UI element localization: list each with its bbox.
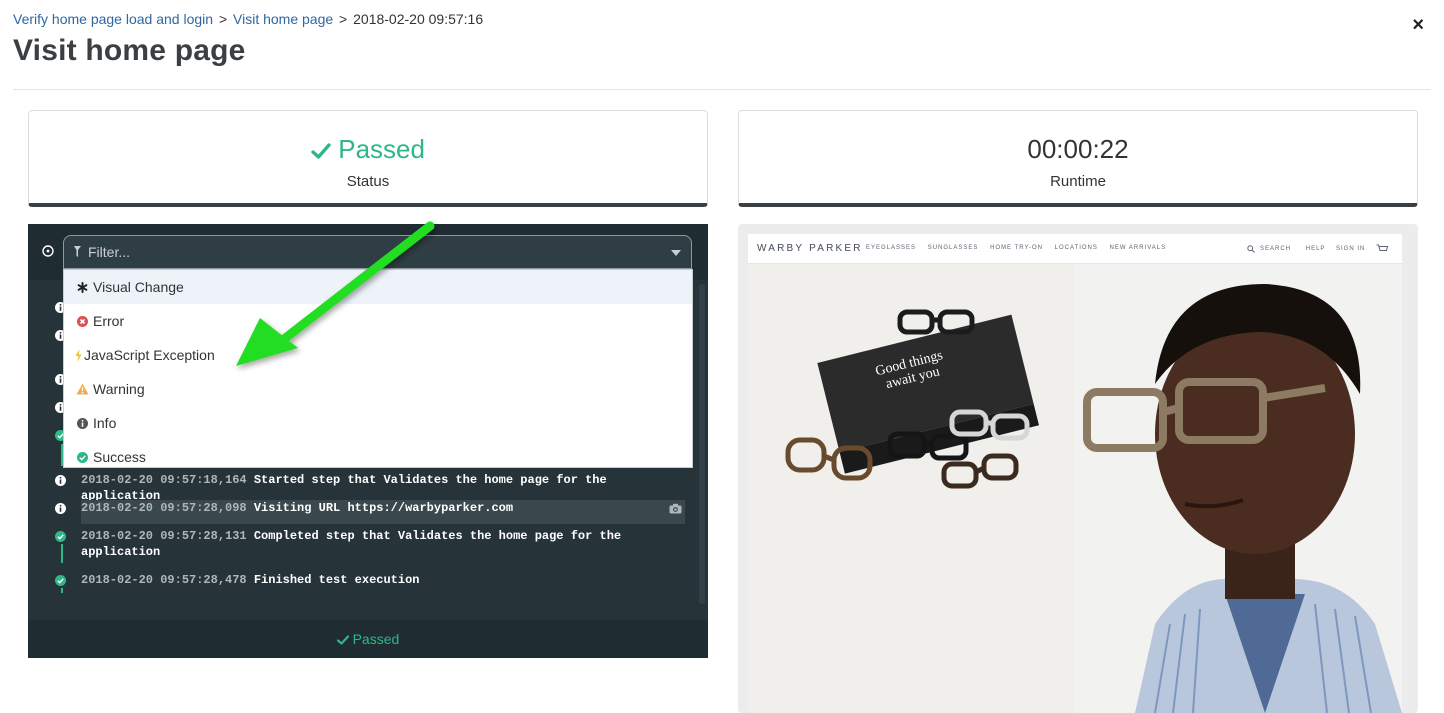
preview-nav-item: HOME TRY-ON bbox=[990, 245, 1043, 251]
log-timestamp: 2018-02-20 09:57:28,098 bbox=[81, 501, 247, 515]
preview-nav-item: SIGN IN bbox=[1335, 246, 1366, 253]
header-divider bbox=[13, 89, 1431, 90]
info-icon bbox=[75, 417, 89, 429]
filter-placeholder: Filter... bbox=[88, 244, 131, 260]
warning-icon bbox=[75, 383, 89, 395]
footer-status-text: Passed bbox=[352, 631, 400, 647]
log-message: Finished test execution bbox=[253, 573, 420, 587]
preview-hero-portrait bbox=[1075, 264, 1402, 713]
status-card: Passed Status bbox=[28, 110, 708, 207]
log-footer-status: Passed bbox=[28, 620, 708, 658]
glasses-box-illustration bbox=[785, 309, 1039, 489]
screenshot-preview[interactable]: WARBY PARKER EYEGLASSES SUNGLASSES HOME … bbox=[738, 224, 1418, 713]
preview-nav-item: LOCATIONS bbox=[1054, 245, 1098, 251]
preview-nav-item: HELP bbox=[1305, 246, 1326, 253]
preview-nav-item: SEARCH bbox=[1260, 246, 1292, 253]
preview-nav-item: EYEGLASSES bbox=[866, 245, 917, 251]
info-icon bbox=[55, 475, 66, 486]
breadcrumb: Verify home page load and login > Visit … bbox=[13, 11, 483, 27]
cart-icon bbox=[1376, 244, 1389, 251]
search-icon bbox=[1247, 244, 1256, 253]
log-timestamp: 2018-02-20 09:57:18,164 bbox=[81, 473, 247, 487]
runtime-label: Runtime bbox=[1050, 173, 1106, 190]
success-icon bbox=[75, 451, 89, 463]
clock-icon[interactable] bbox=[42, 245, 54, 257]
preview-hero-product-image: Good things await you bbox=[748, 264, 1075, 713]
close-button[interactable]: × bbox=[1412, 14, 1424, 37]
filter-option-label: Success bbox=[93, 449, 146, 465]
filter-icon bbox=[74, 246, 81, 257]
log-timestamp: 2018-02-20 09:57:28,131 bbox=[81, 529, 247, 543]
filter-option-info[interactable]: Info bbox=[64, 406, 692, 440]
step-connector bbox=[61, 588, 63, 593]
breadcrumb-current: 2018-02-20 09:57:16 bbox=[353, 11, 484, 27]
breadcrumb-link-step[interactable]: Visit home page bbox=[233, 11, 333, 27]
step-connector bbox=[61, 544, 63, 563]
chevron-down-icon[interactable] bbox=[671, 250, 681, 256]
log-entry: 2018-02-20 09:57:28,131 Completed step t… bbox=[81, 528, 685, 560]
info-icon bbox=[55, 503, 66, 514]
preview-navbar: WARBY PARKER EYEGLASSES SUNGLASSES HOME … bbox=[748, 234, 1402, 264]
bolt-icon bbox=[75, 348, 82, 362]
filter-option-label: Warning bbox=[93, 381, 145, 397]
filter-option-label: Error bbox=[93, 313, 125, 329]
success-icon bbox=[55, 531, 66, 542]
runtime-value: 00:00:22 bbox=[1027, 134, 1129, 164]
log-scrollbar[interactable] bbox=[699, 284, 705, 604]
log-timestamp: 2018-02-20 09:57:28,478 bbox=[81, 573, 247, 587]
preview-brand-logo: WARBY PARKER bbox=[757, 243, 863, 254]
breadcrumb-separator: > bbox=[218, 11, 228, 27]
filter-option-label: Info bbox=[93, 415, 117, 431]
preview-nav-right: SEARCH HELP SIGN IN bbox=[1247, 244, 1389, 253]
status-value: Passed bbox=[29, 133, 707, 165]
check-icon bbox=[311, 143, 331, 159]
annotation-arrow-icon bbox=[236, 221, 435, 366]
model-portrait-illustration bbox=[1075, 264, 1402, 713]
preview-nav-item: SUNGLASSES bbox=[927, 245, 979, 251]
error-icon bbox=[75, 315, 89, 327]
check-icon bbox=[336, 635, 349, 645]
preview-site: WARBY PARKER EYEGLASSES SUNGLASSES HOME … bbox=[748, 234, 1402, 713]
page-title: Visit home page bbox=[13, 34, 246, 67]
filter-option-success[interactable]: Success bbox=[64, 440, 692, 467]
log-entry-selected[interactable]: 2018-02-20 09:57:28,098 Visiting URL htt… bbox=[81, 500, 685, 524]
camera-icon[interactable] bbox=[669, 503, 682, 514]
log-entry: 2018-02-20 09:57:28,478 Finished test ex… bbox=[81, 572, 685, 588]
log-message: Visiting URL https://warbyparker.com bbox=[253, 501, 514, 515]
filter-option-label: Visual Change bbox=[93, 279, 184, 295]
status-label: Status bbox=[346, 173, 390, 190]
breadcrumb-separator: > bbox=[339, 11, 348, 27]
status-value-text: Passed bbox=[338, 134, 425, 164]
runtime-card: 00:00:22 Runtime bbox=[738, 110, 1418, 207]
preview-nav-item: NEW ARRIVALS bbox=[1109, 245, 1167, 251]
preview-nav-links: EYEGLASSES SUNGLASSES HOME TRY-ON LOCATI… bbox=[866, 245, 1175, 251]
breadcrumb-link-test[interactable]: Verify home page load and login bbox=[13, 11, 213, 27]
asterisk-icon bbox=[75, 281, 89, 293]
success-icon bbox=[55, 575, 66, 586]
filter-option-label: JavaScript Exception bbox=[84, 347, 215, 363]
